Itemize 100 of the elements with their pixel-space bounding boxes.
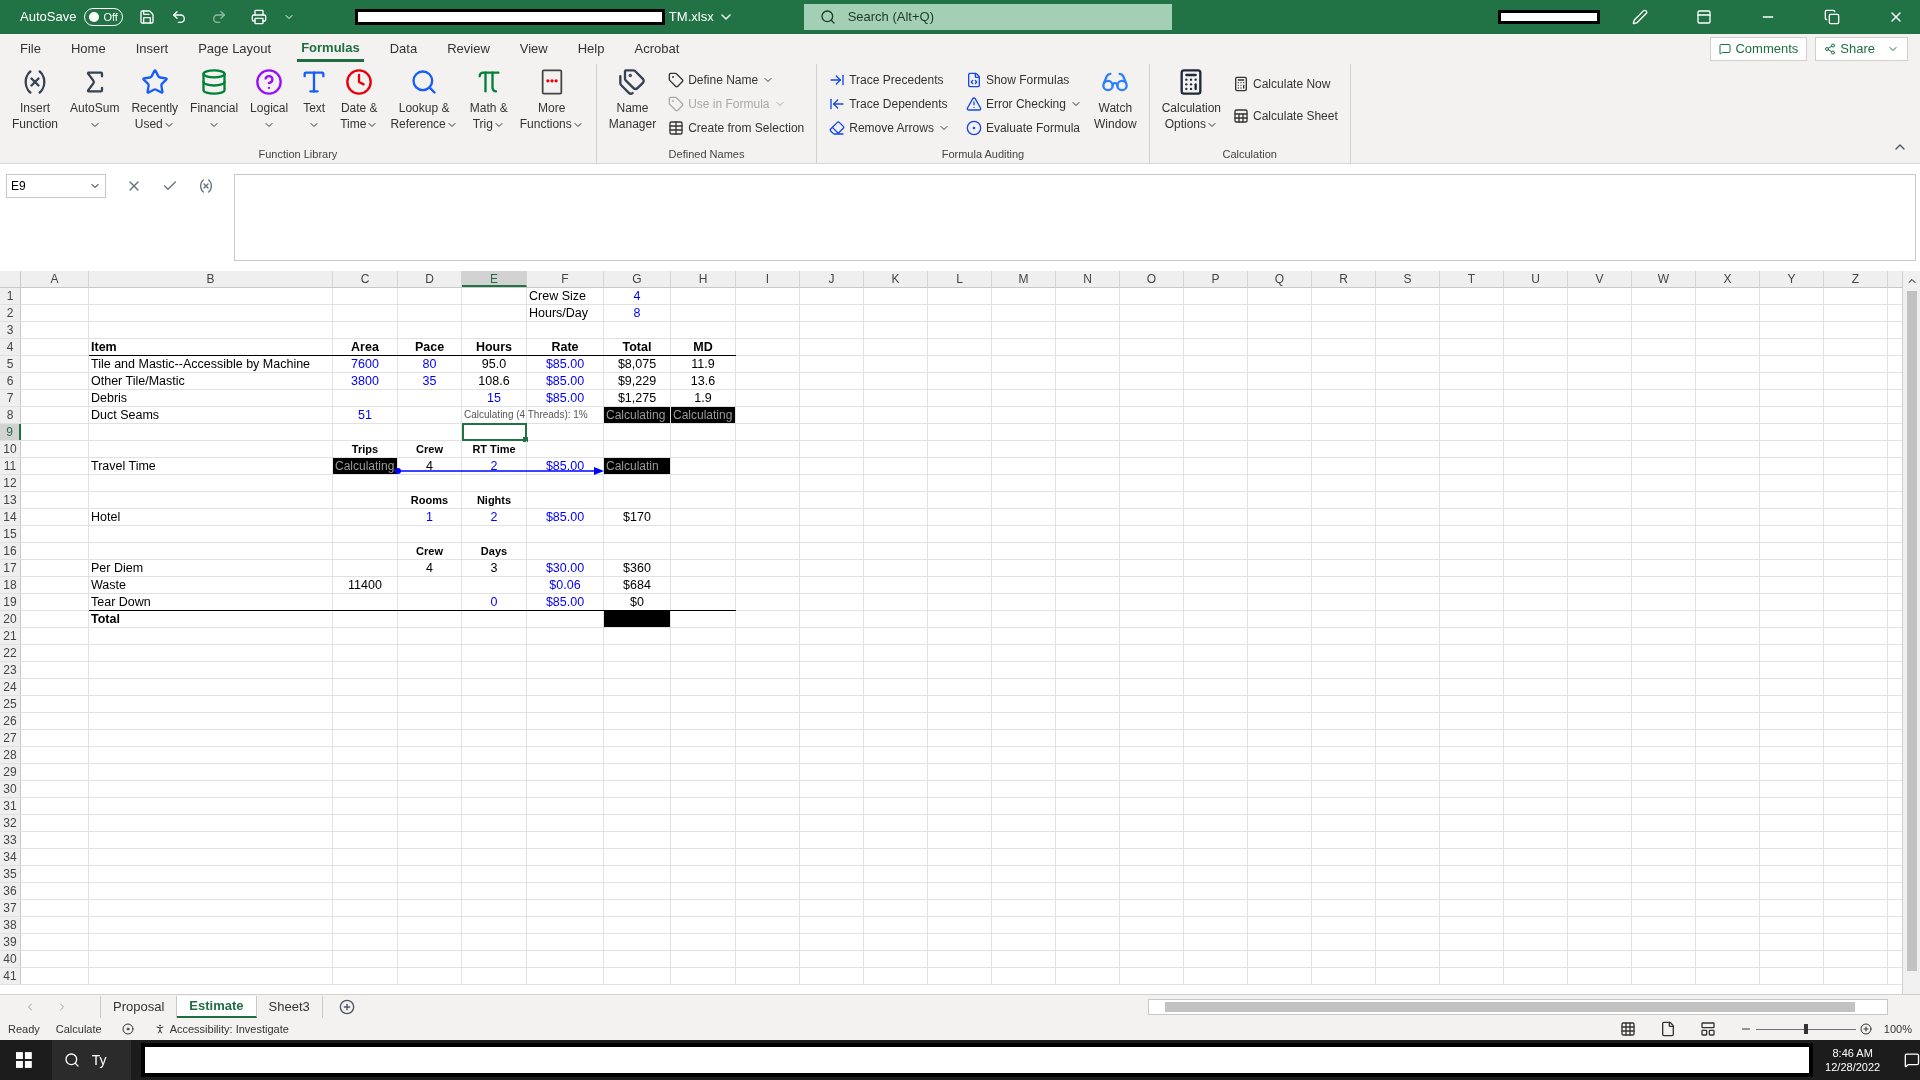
macro-record-icon[interactable]: [121, 1023, 134, 1035]
column-header[interactable]: G: [604, 271, 671, 287]
print-preview-icon[interactable]: [250, 9, 267, 25]
sheet-tab[interactable]: Sheet3: [256, 995, 323, 1018]
column-header[interactable]: F: [527, 271, 604, 287]
row-header[interactable]: 10: [0, 441, 21, 457]
horizontal-scrollbar[interactable]: [1148, 998, 1888, 1015]
menu-tab[interactable]: Data: [385, 36, 422, 62]
ribbon-button[interactable]: Trace Precedents: [825, 68, 954, 92]
column-header[interactable]: V: [1568, 271, 1632, 287]
column-header[interactable]: W: [1632, 271, 1696, 287]
active-cell[interactable]: [462, 423, 527, 441]
column-header[interactable]: M: [992, 271, 1056, 287]
formula-input-field[interactable]: [234, 174, 1916, 261]
comments-button[interactable]: Comments: [1710, 37, 1808, 61]
ribbon-button[interactable]: Date & Time: [336, 64, 383, 146]
ribbon-button[interactable]: Insert Function: [8, 64, 63, 146]
row-header[interactable]: 35: [0, 866, 21, 882]
row-header[interactable]: 40: [0, 951, 21, 967]
column-header[interactable]: Q: [1248, 271, 1312, 287]
undo-icon[interactable]: [170, 9, 187, 25]
zoom-level[interactable]: 100%: [1883, 1020, 1912, 1038]
ribbon-display-icon[interactable]: [1696, 9, 1712, 25]
zoom-slider[interactable]: [1755, 1024, 1856, 1034]
ribbon-button[interactable]: Name Manager: [604, 64, 661, 146]
accessibility-status[interactable]: Accessibility: Investigate: [169, 1020, 289, 1038]
taskbar-search-field[interactable]: Ty: [51, 1040, 132, 1080]
column-header[interactable]: E: [462, 271, 527, 287]
save-icon[interactable]: [138, 9, 155, 25]
ribbon-button[interactable]: Calculate Now: [1229, 72, 1342, 96]
menu-tab[interactable]: Page Layout: [194, 36, 276, 62]
ribbon-button[interactable]: More Functions: [515, 64, 588, 146]
row-header[interactable]: 1: [0, 288, 21, 304]
vertical-scrollbar[interactable]: [1902, 271, 1920, 994]
ribbon-button[interactable]: Define Name: [664, 68, 809, 92]
row-header[interactable]: 33: [0, 832, 21, 848]
file-name[interactable]: TM.xlsx: [668, 7, 714, 27]
row-header[interactable]: 26: [0, 713, 21, 729]
row-header[interactable]: 15: [0, 526, 21, 542]
clock-date[interactable]: 12/28/2022: [1825, 1060, 1881, 1074]
row-header[interactable]: 2: [0, 305, 21, 321]
windows-logo-icon[interactable]: [16, 1052, 32, 1068]
row-header[interactable]: 28: [0, 747, 21, 763]
ribbon-button[interactable]: Text: [296, 64, 333, 146]
notification-icon[interactable]: [1904, 1052, 1920, 1068]
ribbon-button[interactable]: AutoSum: [66, 64, 124, 146]
ribbon-button[interactable]: Lookup & Reference: [386, 64, 462, 146]
ribbon-button[interactable]: Math & Trig: [465, 64, 512, 146]
row-header[interactable]: 22: [0, 645, 21, 661]
function-icon[interactable]: [198, 178, 214, 194]
sheet-tab[interactable]: Estimate: [177, 995, 257, 1018]
ribbon-button[interactable]: Financial: [186, 64, 243, 146]
row-header[interactable]: 3: [0, 322, 21, 338]
column-header[interactable]: Y: [1760, 271, 1824, 287]
row-header[interactable]: 6: [0, 373, 21, 389]
ribbon-button[interactable]: Watch Window: [1089, 64, 1141, 146]
ribbon-button[interactable]: Evaluate Formula: [961, 116, 1086, 140]
page-layout-icon[interactable]: [1659, 1021, 1676, 1037]
column-header[interactable]: K: [864, 271, 928, 287]
column-header[interactable]: P: [1184, 271, 1248, 287]
row-header[interactable]: 27: [0, 730, 21, 746]
menu-tab[interactable]: Review: [443, 36, 494, 62]
column-header[interactable]: R: [1312, 271, 1376, 287]
menu-tab[interactable]: View: [515, 36, 552, 62]
row-header[interactable]: 36: [0, 883, 21, 899]
row-header[interactable]: 19: [0, 594, 21, 610]
column-header[interactable]: I: [736, 271, 800, 287]
row-header[interactable]: 38: [0, 917, 21, 933]
ribbon-button[interactable]: Create from Selection: [664, 116, 809, 140]
column-header[interactable]: S: [1376, 271, 1440, 287]
column-header[interactable]: N: [1056, 271, 1120, 287]
add-sheet-icon[interactable]: [338, 998, 355, 1015]
column-header[interactable]: B: [89, 271, 333, 287]
row-header[interactable]: 7: [0, 390, 21, 406]
ribbon-button[interactable]: Calculation Options: [1157, 64, 1226, 146]
name-box[interactable]: E9: [6, 174, 106, 198]
row-header[interactable]: 12: [0, 475, 21, 491]
menu-tab[interactable]: Home: [66, 36, 110, 62]
zoom-slider-thumb[interactable]: [1803, 1024, 1808, 1034]
share-button[interactable]: Share: [1815, 37, 1908, 61]
column-header[interactable]: Z: [1824, 271, 1888, 287]
row-header[interactable]: 41: [0, 968, 21, 984]
column-header[interactable]: T: [1440, 271, 1504, 287]
ribbon-button[interactable]: Remove Arrows: [825, 116, 954, 140]
column-header[interactable]: X: [1696, 271, 1760, 287]
row-header[interactable]: 17: [0, 560, 21, 576]
ribbon-button[interactable]: Logical: [246, 64, 293, 146]
row-header[interactable]: 16: [0, 543, 21, 559]
row-header[interactable]: 5: [0, 356, 21, 372]
row-header[interactable]: 29: [0, 764, 21, 780]
row-header[interactable]: 32: [0, 815, 21, 831]
row-header[interactable]: 20: [0, 611, 21, 627]
row-header[interactable]: 30: [0, 781, 21, 797]
row-header[interactable]: 21: [0, 628, 21, 644]
column-header[interactable]: O: [1120, 271, 1184, 287]
row-header[interactable]: 11: [0, 458, 21, 474]
column-header[interactable]: A: [21, 271, 89, 287]
row-header[interactable]: 31: [0, 798, 21, 814]
zoom-in-icon[interactable]: [1859, 1023, 1872, 1035]
ribbon-button[interactable]: Show Formulas: [961, 68, 1086, 92]
